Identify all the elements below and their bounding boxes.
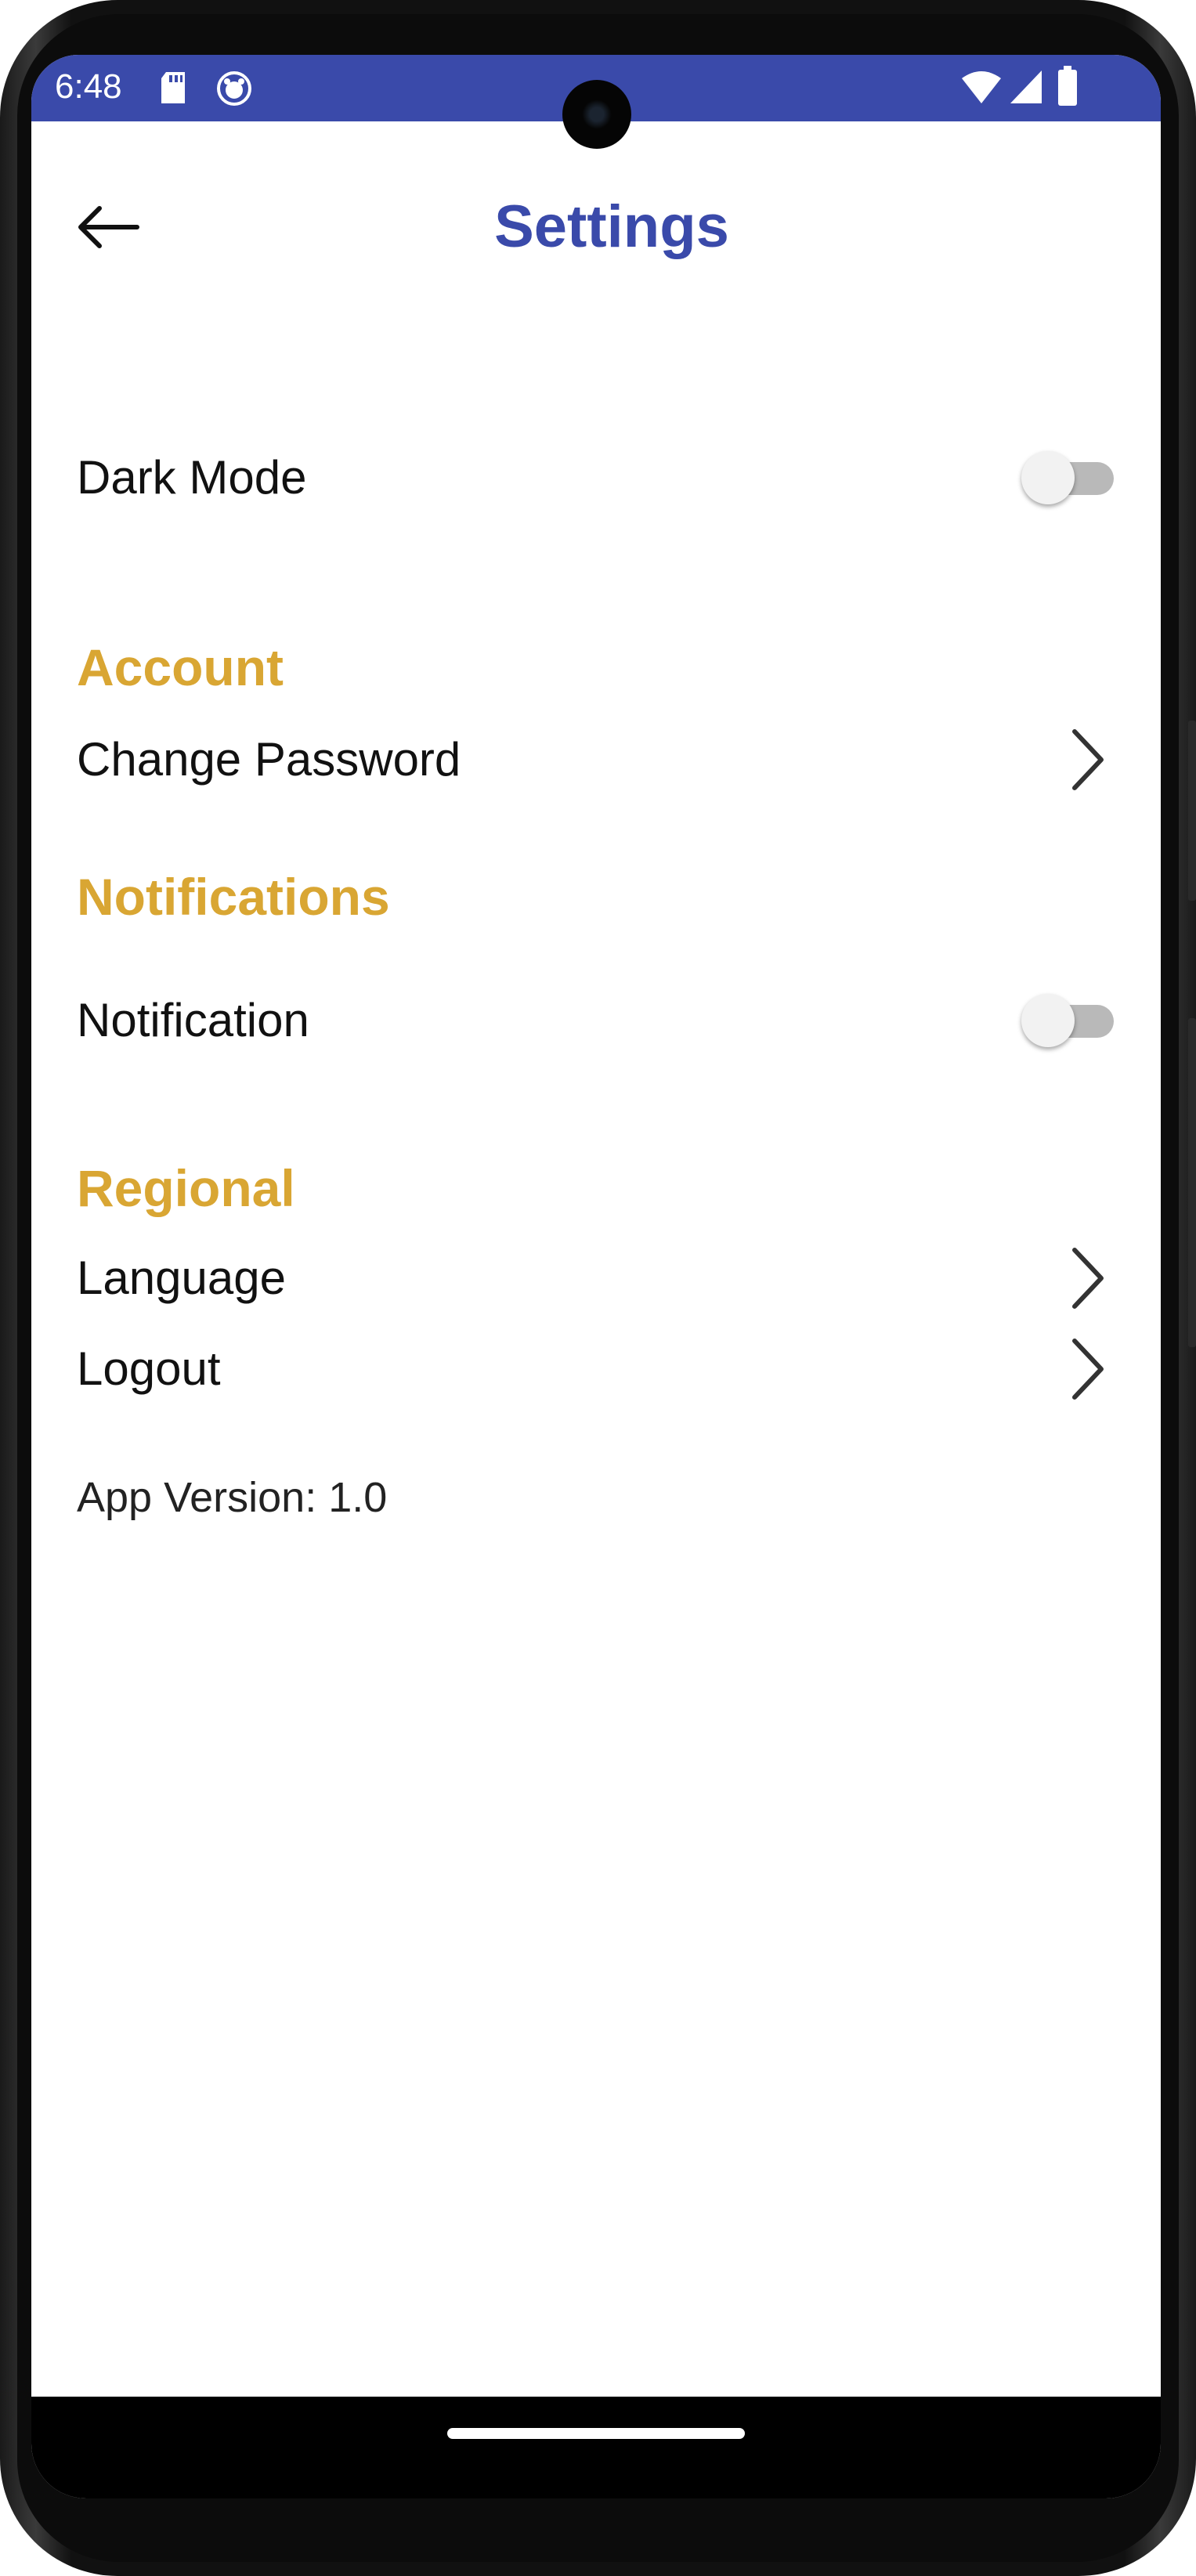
screen: 6:48 Settings Dark Mode Account Change P… <box>31 55 1161 2498</box>
app-version: App Version: 1.0 <box>77 1474 388 1521</box>
status-time: 6:48 <box>55 67 122 106</box>
signal-icon <box>1009 69 1043 109</box>
wifi-icon <box>960 69 1003 109</box>
battery-icon <box>1057 66 1078 110</box>
dark-mode-label: Dark Mode <box>77 451 307 504</box>
logout-label: Logout <box>77 1342 221 1395</box>
sd-card-icon <box>158 70 188 109</box>
section-header-notifications: Notifications <box>77 868 390 926</box>
notification-label: Notification <box>77 994 309 1046</box>
section-header-regional: Regional <box>77 1159 295 1217</box>
chevron-right-icon <box>1061 724 1115 795</box>
chevron-right-icon <box>1061 1334 1115 1404</box>
app-notification-icon <box>216 70 252 110</box>
phone-frame: 6:48 Settings Dark Mode Account Change P… <box>0 0 1196 2576</box>
chevron-right-icon <box>1061 1243 1115 1313</box>
dark-mode-row: Dark Mode <box>77 439 1115 517</box>
home-gesture-handle[interactable] <box>447 2428 745 2439</box>
language-label: Language <box>77 1252 286 1304</box>
notification-row: Notification <box>77 981 1115 1060</box>
power-button <box>1188 721 1196 901</box>
logout-row[interactable]: Logout <box>77 1330 1115 1408</box>
front-camera <box>562 80 631 149</box>
volume-button <box>1188 1018 1196 1347</box>
app-bar: Settings <box>31 172 1161 282</box>
toggle-thumb <box>1021 994 1075 1047</box>
navigation-bar <box>31 2397 1161 2498</box>
notification-toggle[interactable] <box>1021 993 1115 1048</box>
toggle-thumb <box>1021 451 1075 504</box>
section-header-account: Account <box>77 638 284 696</box>
dark-mode-toggle[interactable] <box>1021 450 1115 505</box>
change-password-label: Change Password <box>77 733 461 786</box>
language-row[interactable]: Language <box>77 1239 1115 1317</box>
page-title: Settings <box>494 193 729 260</box>
change-password-row[interactable]: Change Password <box>77 721 1115 799</box>
